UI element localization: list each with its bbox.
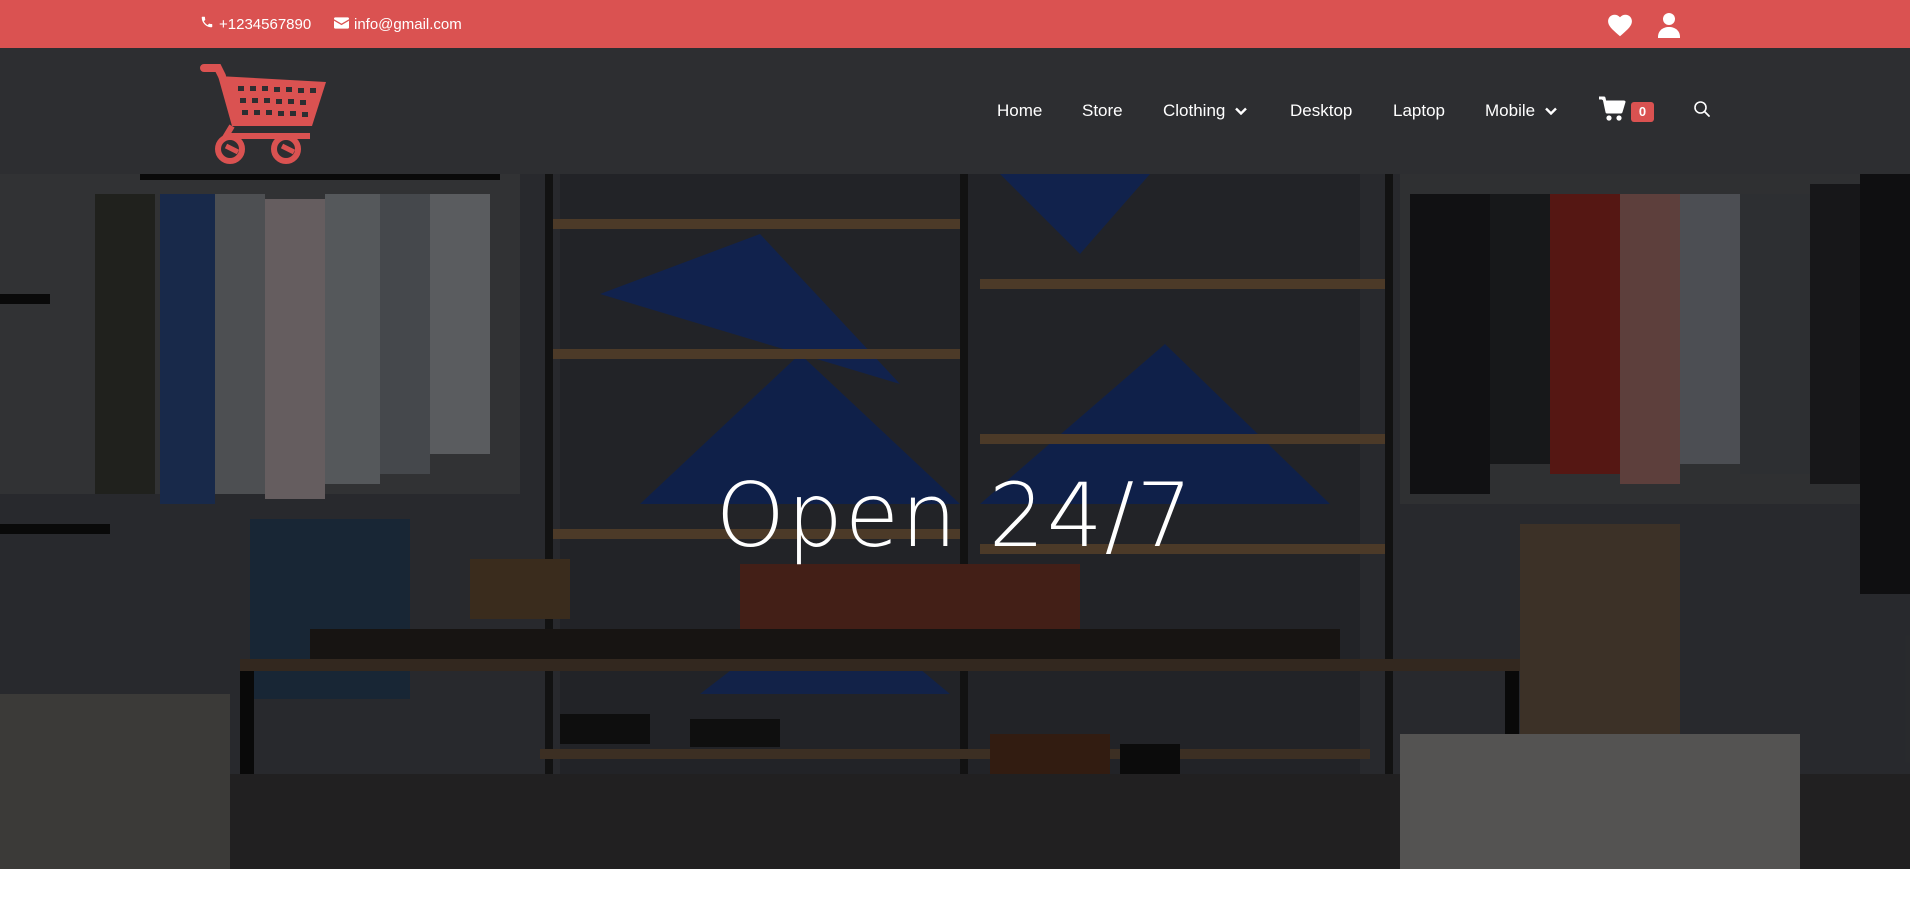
search-icon[interactable] — [1693, 100, 1713, 120]
hero-banner: Open 24/7 — [0, 174, 1910, 869]
phone-number: +1234567890 — [219, 15, 312, 33]
chevron-down-icon — [1545, 107, 1557, 115]
shopping-cart-icon — [1598, 96, 1626, 127]
account-user-icon[interactable] — [1655, 11, 1683, 39]
phone-contact[interactable]: +1234567890 — [200, 0, 311, 48]
cart-count-badge: 0 — [1631, 101, 1654, 122]
nav-label: Desktop — [1290, 101, 1353, 120]
cart-button[interactable]: 0 — [1598, 96, 1654, 127]
email-contact[interactable]: info@gmail.com — [334, 0, 462, 48]
nav-label: Store — [1082, 101, 1123, 120]
chevron-down-icon — [1235, 107, 1248, 115]
hero-title: Open 24/7 — [715, 464, 1195, 567]
shopping-cart-logo[interactable] — [198, 60, 330, 164]
nav-clothing[interactable]: Clothing — [1163, 48, 1248, 174]
nav-label: Clothing — [1163, 101, 1226, 120]
wishlist-heart-icon[interactable] — [1606, 11, 1634, 39]
nav-label: Mobile — [1485, 101, 1536, 120]
nav-laptop[interactable]: Laptop — [1393, 48, 1445, 174]
nav-label: Home — [997, 101, 1043, 120]
nav-mobile[interactable]: Mobile — [1485, 48, 1557, 174]
nav-store[interactable]: Store — [1082, 48, 1123, 174]
nav-label: Laptop — [1393, 101, 1445, 120]
email-address: info@gmail.com — [354, 15, 462, 33]
main-header: Home Store Clothing Desktop Laptop Mobil… — [0, 48, 1910, 174]
nav-home[interactable]: Home — [997, 48, 1042, 174]
phone-icon — [200, 15, 219, 33]
top-bar: +1234567890 info@gmail.com — [0, 0, 1910, 48]
envelope-icon — [334, 16, 354, 33]
nav-desktop[interactable]: Desktop — [1290, 48, 1352, 174]
